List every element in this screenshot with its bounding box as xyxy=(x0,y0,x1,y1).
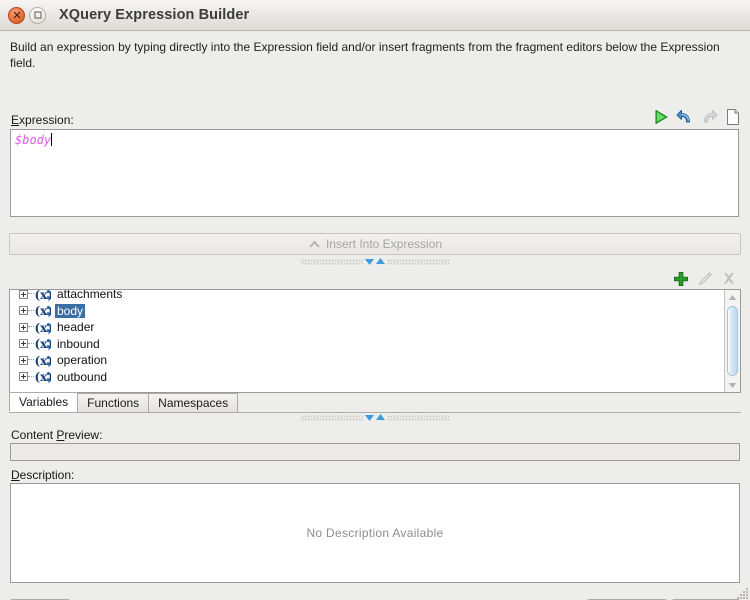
instruction-text: Build an expression by typing directly i… xyxy=(10,40,720,70)
dialog-body: Build an expression by typing directly i… xyxy=(0,31,750,600)
redo-icon xyxy=(704,109,718,123)
window-titlebar: XQuery Expression Builder xyxy=(0,0,750,31)
close-glyph xyxy=(13,11,20,19)
edit-pencil-icon xyxy=(699,272,712,285)
variable-icon: (x) xyxy=(35,321,52,334)
tree-scrollbar[interactable] xyxy=(724,290,740,392)
expand-plus-icon[interactable] xyxy=(19,372,28,382)
tree-row[interactable]: (x) attachments xyxy=(10,290,724,303)
tree-item-label: operation xyxy=(57,353,108,368)
tree-item-label: inbound xyxy=(57,336,100,351)
new-document-icon xyxy=(727,109,739,125)
tree-item-label: outbound xyxy=(57,369,108,384)
expand-plus-icon[interactable] xyxy=(19,306,28,316)
description-panel: No Description Available xyxy=(10,483,740,583)
tree-toolbar xyxy=(673,271,737,287)
description-label: Description: xyxy=(11,468,74,482)
tree-row[interactable]: (x) header xyxy=(10,319,724,336)
variable-icon: (x) xyxy=(35,370,52,383)
tab-namespaces[interactable]: Namespaces xyxy=(148,393,239,412)
variable-icon: (x) xyxy=(35,290,51,301)
variables-tree[interactable]: (x) attachments (x) body xyxy=(10,290,724,392)
run-icon[interactable] xyxy=(652,108,670,126)
expression-label: Expression: xyxy=(11,113,74,127)
tree-row[interactable]: (x) body xyxy=(10,303,724,320)
maximize-icon[interactable] xyxy=(29,6,46,24)
tree-item-label: header xyxy=(57,320,95,335)
expression-toolbar xyxy=(652,108,742,126)
expand-plus-icon[interactable] xyxy=(19,355,28,365)
content-preview-field[interactable] xyxy=(10,443,740,461)
splitter-arrows[interactable] xyxy=(364,413,386,422)
tree-item-label: attachments xyxy=(57,290,123,302)
fragment-editor-tabs: Variables Functions Namespaces xyxy=(9,392,741,413)
splitter-grip-left xyxy=(301,258,363,265)
text-caret xyxy=(51,133,53,146)
chevron-up-icon xyxy=(308,240,320,247)
description-empty-text: No Description Available xyxy=(306,526,444,540)
triangle-up-icon[interactable] xyxy=(375,413,386,422)
tab-namespaces-label: Namespaces xyxy=(158,396,229,410)
expression-input[interactable]: $body xyxy=(10,129,739,217)
insert-into-expression-button[interactable]: Insert Into Expression xyxy=(9,233,741,255)
variable-icon: (x) xyxy=(35,337,52,350)
scroll-up-glyph xyxy=(728,294,737,300)
tab-functions[interactable]: Functions xyxy=(77,393,150,412)
content-preview-label: Content Preview: xyxy=(11,428,102,442)
tab-variables[interactable]: Variables xyxy=(9,392,79,412)
tree-row[interactable]: (x) inbound xyxy=(10,336,724,353)
triangle-down-icon[interactable] xyxy=(364,413,375,422)
insert-into-expression-label: Insert Into Expression xyxy=(325,237,443,251)
scroll-up-arrow-icon[interactable] xyxy=(725,290,740,304)
splitter-fragments[interactable] xyxy=(0,413,750,422)
variable-icon: (x) xyxy=(35,304,52,317)
tab-variables-label: Variables xyxy=(19,395,69,409)
expression-value: $body xyxy=(15,133,52,147)
variables-tree-panel[interactable]: (x) attachments (x) body xyxy=(9,289,741,393)
splitter-arrows[interactable] xyxy=(364,257,386,266)
expand-plus-icon[interactable] xyxy=(19,322,28,332)
tree-item-label: body xyxy=(55,303,86,318)
description-label-mnemonic: D xyxy=(11,468,20,482)
content-preview-label-pre: Content xyxy=(11,428,57,442)
resize-grip[interactable] xyxy=(734,585,750,600)
expand-plus-icon[interactable] xyxy=(19,290,28,299)
splitter-grip-right xyxy=(387,414,449,421)
expression-label-mnemonic: E xyxy=(11,113,20,127)
scroll-down-glyph xyxy=(728,382,737,388)
add-icon[interactable] xyxy=(673,271,689,287)
expression-label-rest: xpression: xyxy=(19,113,74,127)
content-preview-label-rest: review: xyxy=(64,428,103,442)
scroll-down-arrow-icon[interactable] xyxy=(725,378,740,392)
splitter-grip-left xyxy=(301,414,363,421)
undo-icon[interactable] xyxy=(676,108,694,126)
expression-value-wrapper: $body xyxy=(11,130,53,147)
splitter-grip-right xyxy=(387,258,449,265)
triangle-down-icon[interactable] xyxy=(364,257,375,266)
tab-functions-label: Functions xyxy=(87,396,140,410)
splitter-expression[interactable] xyxy=(0,257,750,266)
description-label-rest: escription: xyxy=(19,468,75,482)
tree-scrollbar-thumb[interactable] xyxy=(727,306,738,376)
triangle-up-icon[interactable] xyxy=(375,257,386,266)
delete-x-icon xyxy=(724,273,734,284)
expand-plus-icon[interactable] xyxy=(19,339,28,349)
tree-row[interactable]: (x) operation xyxy=(10,352,724,369)
window-title: XQuery Expression Builder xyxy=(59,7,250,23)
variable-icon: (x) xyxy=(35,354,52,367)
tree-row[interactable]: (x) outbound xyxy=(10,369,724,386)
maximize-glyph xyxy=(33,11,42,19)
close-icon[interactable] xyxy=(8,6,25,24)
